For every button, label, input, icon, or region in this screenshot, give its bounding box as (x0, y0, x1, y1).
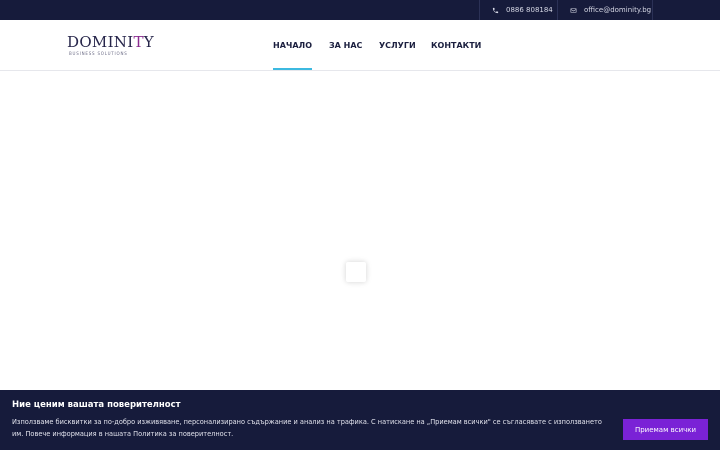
phone-number: 0886 808184 (506, 6, 553, 14)
site-header: DOMINITY BUSINESS SOLUTIONS НАЧАЛО ЗА НА… (0, 20, 720, 71)
nav-item-about[interactable]: ЗА НАС (329, 20, 362, 70)
phone-icon (490, 5, 500, 15)
page-loader (346, 262, 366, 282)
cookie-consent-banner: Ние ценим вашата поверителност Използвам… (0, 390, 720, 450)
cookie-text: Използваме бисквитки за по-добро изживяв… (12, 418, 602, 438)
nav-item-home[interactable]: НАЧАЛО (273, 20, 312, 70)
top-contact-bar: 0886 808184 office@dominity.bg (0, 0, 720, 20)
logo-tagline: BUSINESS SOLUTIONS (69, 51, 128, 56)
accept-all-button[interactable]: Приемам всички (623, 419, 708, 440)
email-contact[interactable]: office@dominity.bg (557, 0, 653, 20)
phone-contact[interactable]: 0886 808184 (479, 0, 557, 20)
envelope-icon (568, 5, 578, 15)
nav-item-contacts[interactable]: КОНТАКТИ (431, 20, 481, 70)
email-address: office@dominity.bg (584, 6, 652, 14)
logo-wordmark: DOMINITY (67, 33, 154, 51)
nav-item-services[interactable]: УСЛУГИ (379, 20, 416, 70)
cookie-title: Ние ценим вашата поверителност (12, 400, 181, 410)
site-logo[interactable]: DOMINITY BUSINESS SOLUTIONS (67, 34, 157, 58)
